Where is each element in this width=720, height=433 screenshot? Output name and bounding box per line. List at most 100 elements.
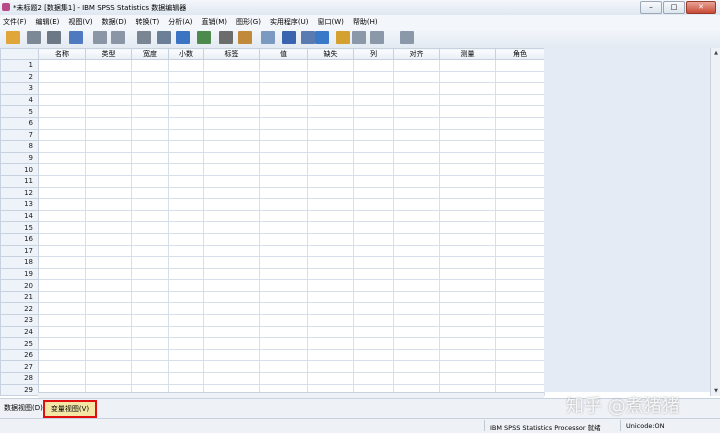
grid-cell[interactable] — [439, 325, 496, 339]
grid-cell[interactable] — [131, 325, 169, 339]
grid-cell[interactable] — [439, 244, 496, 258]
grid-cell[interactable] — [168, 128, 204, 142]
grid-cell[interactable] — [393, 70, 440, 84]
grid-cell[interactable] — [168, 82, 204, 95]
grid-cell[interactable] — [307, 267, 354, 281]
row-header[interactable]: 4 — [0, 93, 39, 107]
grid-cell[interactable] — [38, 232, 86, 246]
insert-variable-icon[interactable] — [261, 31, 275, 44]
grid-cell[interactable] — [38, 348, 86, 362]
grid-cell[interactable] — [439, 59, 496, 72]
grid-cell[interactable] — [307, 372, 354, 385]
grid-cell[interactable] — [85, 337, 132, 350]
grid-cell[interactable] — [131, 59, 169, 72]
row-header[interactable]: 16 — [0, 232, 39, 246]
grid-cell[interactable] — [439, 198, 496, 211]
menu-item[interactable]: 直销(M) — [202, 17, 228, 27]
grid-cell[interactable] — [259, 151, 308, 165]
grid-cell[interactable] — [495, 140, 545, 153]
grid-cell[interactable] — [307, 279, 354, 292]
redo-icon[interactable] — [111, 31, 125, 44]
menu-item[interactable]: 实用程序(U) — [270, 17, 309, 27]
row-header[interactable]: 28 — [0, 372, 39, 385]
grid-cell[interactable] — [131, 151, 169, 165]
tab-variable-view[interactable]: 变量视图(V) — [43, 400, 97, 418]
grid-cell[interactable] — [203, 116, 260, 130]
grid-cell[interactable] — [393, 105, 440, 118]
grid-cell[interactable] — [439, 267, 496, 281]
grid-cell[interactable] — [168, 140, 204, 153]
grid-cell[interactable] — [307, 82, 354, 95]
grid-cell[interactable] — [259, 256, 308, 269]
grid-cell[interactable] — [259, 290, 308, 304]
grid-cell[interactable] — [259, 244, 308, 258]
grid-cell[interactable] — [353, 290, 394, 304]
row-header[interactable]: 18 — [0, 256, 39, 269]
grid-cell[interactable] — [259, 93, 308, 107]
grid-cell[interactable] — [439, 209, 496, 223]
grid-cell[interactable] — [439, 290, 496, 304]
grid-cell[interactable] — [203, 279, 260, 292]
grid-cell[interactable] — [495, 128, 545, 142]
row-header[interactable]: 14 — [0, 209, 39, 223]
grid-cell[interactable] — [439, 70, 496, 84]
grid-cell[interactable] — [203, 128, 260, 142]
row-header[interactable]: 10 — [0, 163, 39, 176]
grid-cell[interactable] — [259, 128, 308, 142]
grid-cell[interactable] — [38, 337, 86, 350]
grid-cell[interactable] — [353, 93, 394, 107]
grid-cell[interactable] — [393, 174, 440, 188]
grid-cell[interactable] — [495, 82, 545, 95]
grid-cell[interactable] — [38, 82, 86, 95]
grid-cell[interactable] — [307, 290, 354, 304]
grid-cell[interactable] — [168, 325, 204, 339]
grid-cell[interactable] — [203, 267, 260, 281]
grid-cell[interactable] — [168, 70, 204, 84]
grid-cell[interactable] — [131, 302, 169, 316]
column-header[interactable]: 缺失 — [307, 48, 354, 60]
grid-cell[interactable] — [259, 232, 308, 246]
grid-cell[interactable] — [353, 128, 394, 142]
grid-cell[interactable] — [168, 163, 204, 176]
grid-cell[interactable] — [131, 314, 169, 327]
grid-cell[interactable] — [393, 93, 440, 107]
open-icon[interactable] — [6, 31, 20, 44]
grid-cell[interactable] — [307, 128, 354, 142]
dialog-recall-icon[interactable] — [69, 31, 83, 44]
grid-cell[interactable] — [168, 105, 204, 118]
grid-cell[interactable] — [131, 198, 169, 211]
grid-cell[interactable] — [307, 116, 354, 130]
grid-cell[interactable] — [439, 151, 496, 165]
grid-cell[interactable] — [131, 232, 169, 246]
grid-cell[interactable] — [168, 116, 204, 130]
grid-cell[interactable] — [131, 174, 169, 188]
grid-cell[interactable] — [38, 140, 86, 153]
grid-cell[interactable] — [259, 221, 308, 234]
column-header[interactable]: 小数 — [168, 48, 204, 60]
grid-cell[interactable] — [495, 325, 545, 339]
grid-cell[interactable] — [439, 163, 496, 176]
grid-cell[interactable] — [439, 372, 496, 385]
grid-cell[interactable] — [203, 232, 260, 246]
grid-cell[interactable] — [307, 348, 354, 362]
grid-cell[interactable] — [393, 128, 440, 142]
grid-cell[interactable] — [38, 163, 86, 176]
grid-cell[interactable] — [38, 279, 86, 292]
run-descriptives-icon[interactable] — [197, 31, 211, 44]
grid-cell[interactable] — [38, 151, 86, 165]
grid-cell[interactable] — [131, 244, 169, 258]
grid-cell[interactable] — [259, 116, 308, 130]
split-file-icon[interactable] — [282, 31, 296, 44]
grid-cell[interactable] — [495, 93, 545, 107]
grid-cell[interactable] — [85, 267, 132, 281]
grid-cell[interactable] — [307, 163, 354, 176]
grid-cell[interactable] — [85, 244, 132, 258]
grid-cell[interactable] — [203, 221, 260, 234]
grid-cell[interactable] — [85, 93, 132, 107]
grid-cell[interactable] — [495, 198, 545, 211]
row-header[interactable]: 5 — [0, 105, 39, 118]
row-header[interactable]: 1 — [0, 59, 39, 72]
grid-cell[interactable] — [85, 209, 132, 223]
grid-cell[interactable] — [85, 116, 132, 130]
grid-cell[interactable] — [131, 209, 169, 223]
